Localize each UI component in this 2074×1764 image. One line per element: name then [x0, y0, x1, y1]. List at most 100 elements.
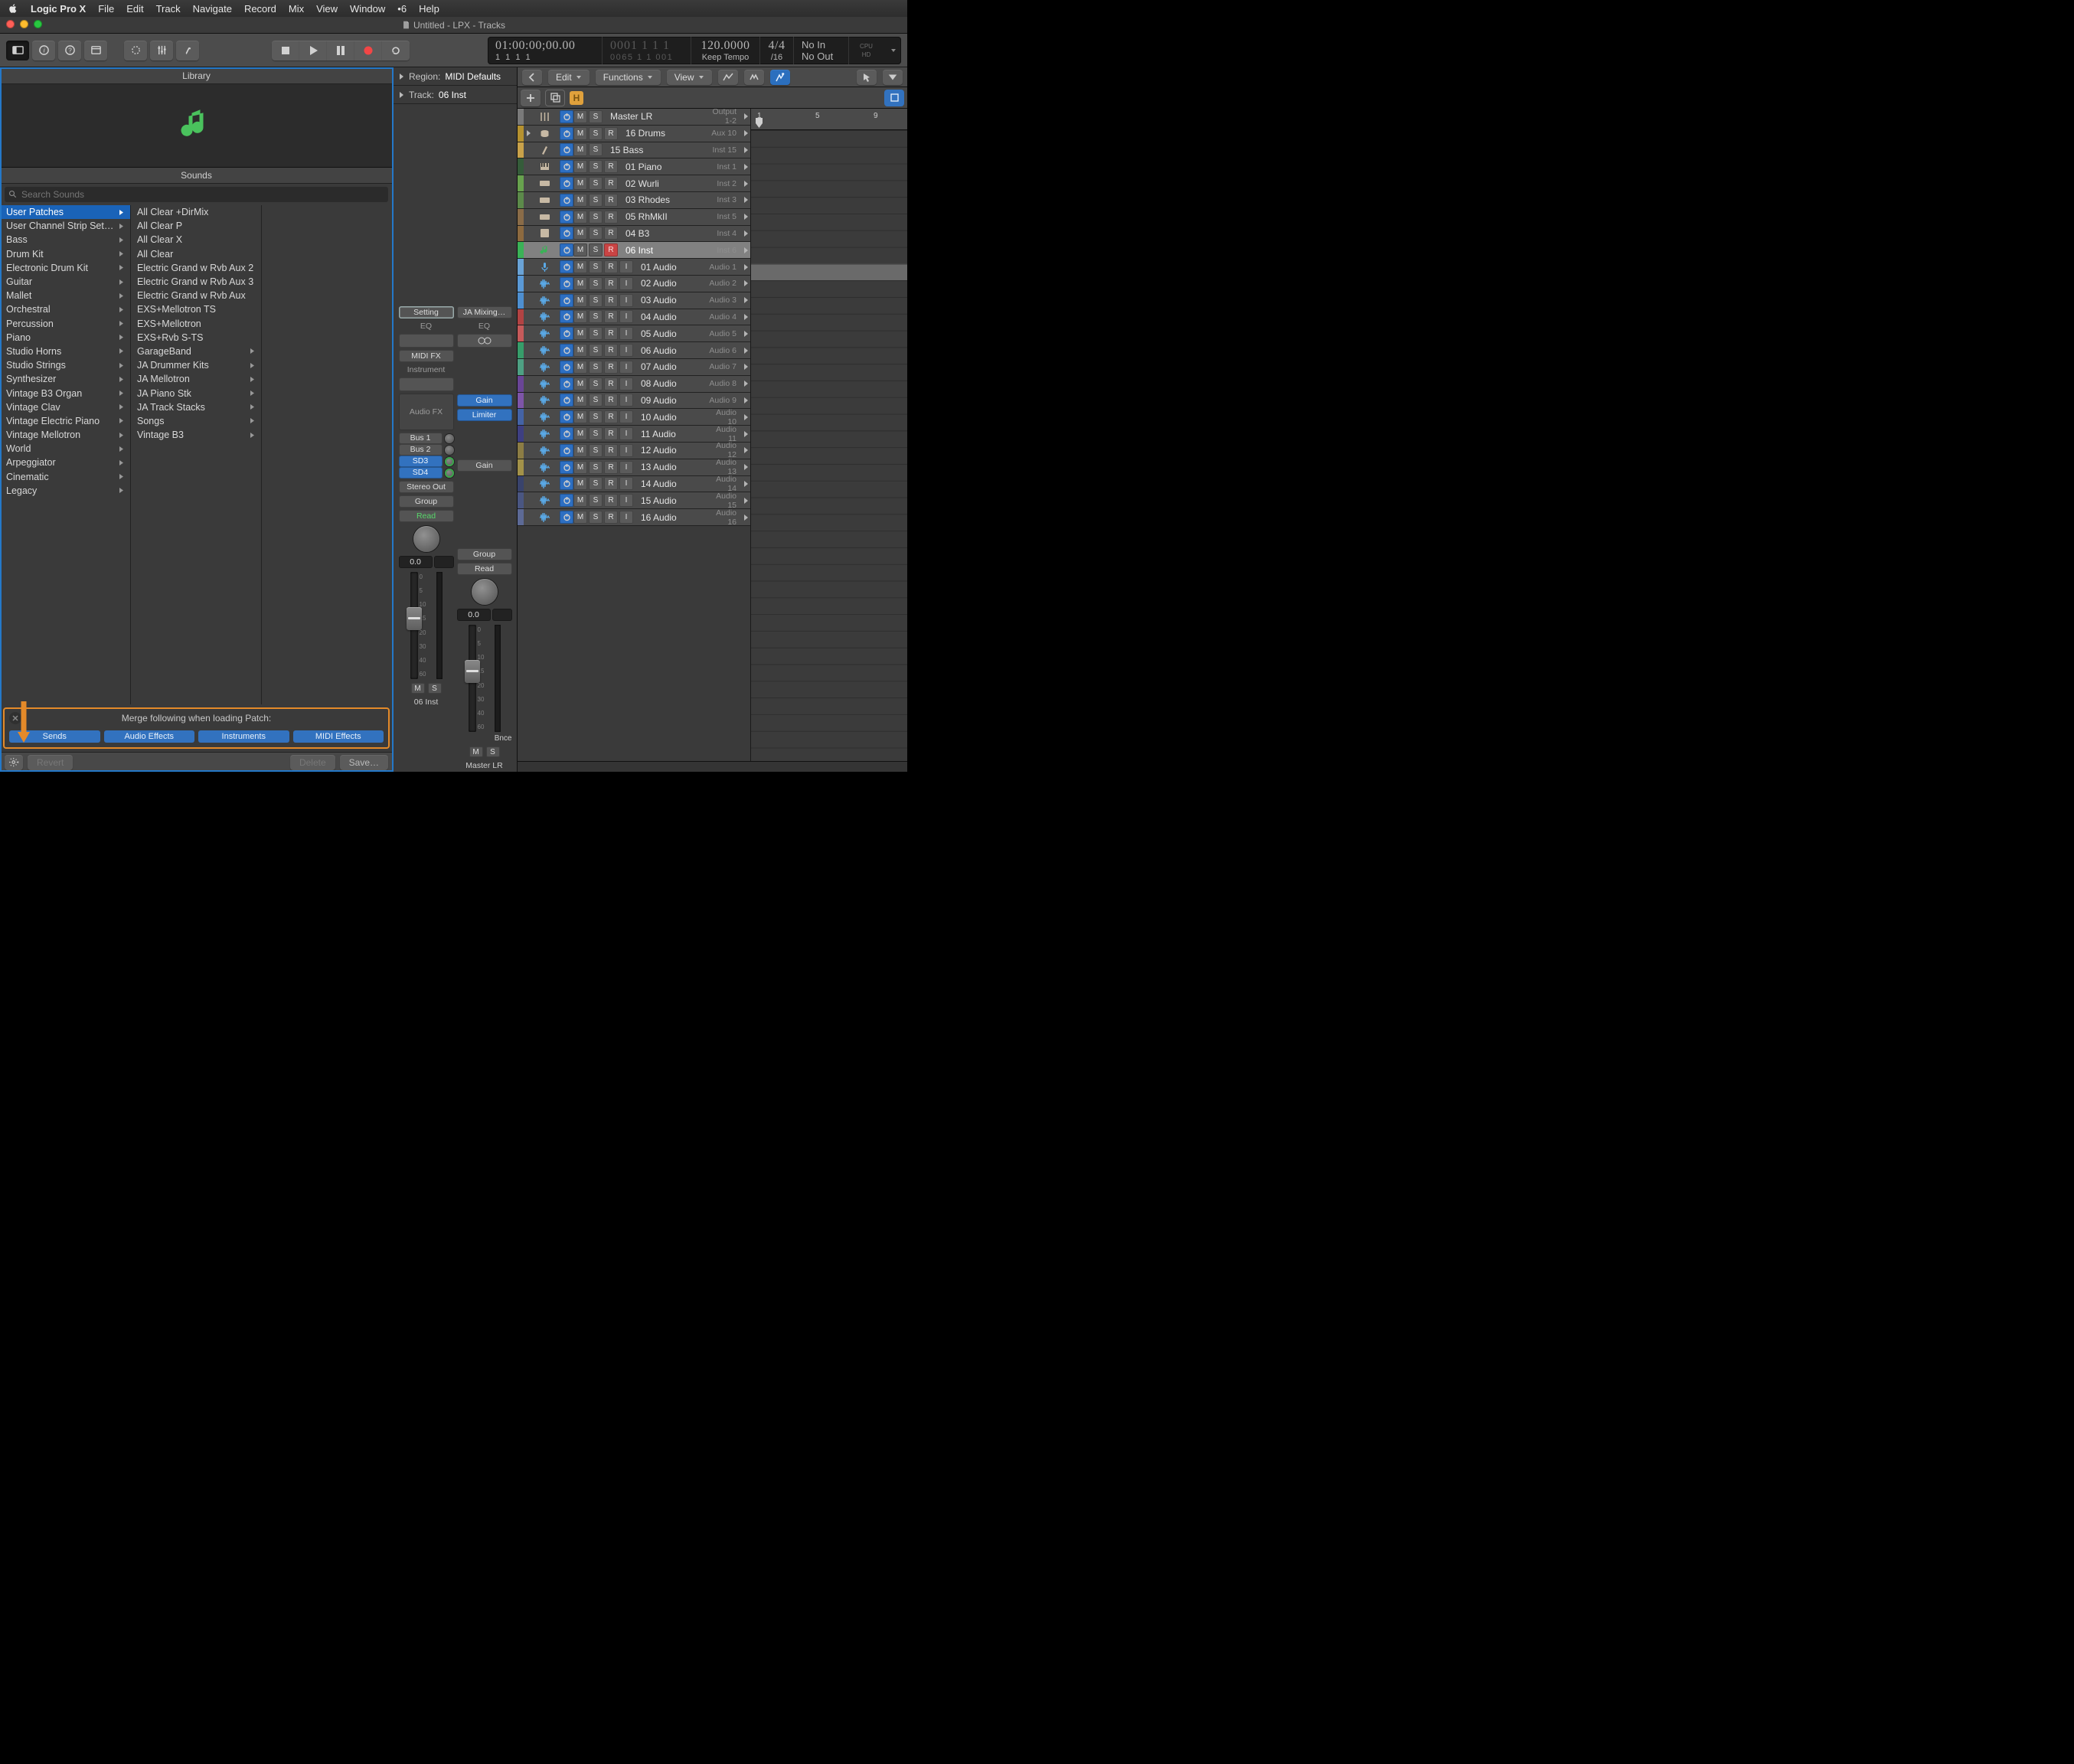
setting-slot[interactable]: JA Mixing… [457, 306, 512, 318]
library-category-item[interactable]: Orchestral [0, 302, 130, 316]
track-name[interactable]: 16 Drums [619, 128, 706, 139]
reassign-icon[interactable] [741, 113, 750, 119]
library-category-item[interactable]: Legacy [0, 484, 130, 498]
reassign-icon[interactable] [741, 514, 750, 521]
input-monitor-button[interactable]: I [619, 444, 633, 457]
record-enable-button[interactable]: R [604, 194, 618, 207]
menu-window[interactable]: Window [350, 3, 385, 15]
mute-button[interactable]: M [573, 377, 587, 390]
track-name[interactable]: 04 Audio [635, 312, 706, 322]
reassign-icon[interactable] [741, 247, 750, 253]
mute-button[interactable]: M [573, 211, 587, 224]
power-button[interactable] [560, 427, 573, 440]
library-patch-item[interactable]: Electric Grand w Rvb Aux 2 [131, 261, 261, 275]
send-knob[interactable] [445, 446, 454, 455]
power-button[interactable] [560, 477, 573, 490]
save-button[interactable]: Save… [340, 755, 388, 770]
power-button[interactable] [560, 310, 573, 323]
solo-button[interactable]: S [589, 327, 603, 340]
solo-button[interactable]: S [589, 143, 603, 156]
record-enable-button[interactable]: R [604, 277, 618, 290]
record-enable-button[interactable]: R [604, 177, 618, 190]
track-name[interactable]: 06 Inst [619, 245, 706, 256]
record-enable-button[interactable]: R [604, 444, 618, 457]
reassign-icon[interactable] [741, 481, 750, 487]
mute-button[interactable]: M [573, 327, 587, 340]
power-button[interactable] [560, 143, 573, 156]
library-patch-item[interactable]: GarageBand [131, 345, 261, 358]
solo-button[interactable]: S [428, 683, 442, 694]
group-slot[interactable]: Group [457, 548, 512, 560]
library-category-item[interactable]: Guitar [0, 275, 130, 289]
track-name[interactable]: 09 Audio [635, 395, 706, 406]
power-button[interactable] [560, 160, 573, 173]
bars[interactable]: 0001 1 1 1 [610, 39, 670, 53]
power-button[interactable] [560, 227, 573, 240]
menu-file[interactable]: File [98, 3, 114, 15]
power-button[interactable] [560, 260, 573, 273]
input-monitor-button[interactable]: I [619, 511, 633, 524]
library-category-item[interactable]: Electronic Drum Kit [0, 261, 130, 275]
no-output[interactable]: No Out [802, 51, 833, 62]
track-name[interactable]: 02 Audio [635, 278, 706, 289]
mixer-button[interactable] [150, 41, 173, 60]
library-category-item[interactable]: Mallet [0, 289, 130, 302]
mute-button[interactable]: M [573, 410, 587, 423]
library-category-item[interactable]: User Patches [0, 205, 130, 219]
power-button[interactable] [560, 511, 573, 524]
track-header[interactable]: MSRI04 AudioAudio 4 [518, 309, 750, 326]
track-row[interactable]: Track: 06 Inst [394, 86, 517, 104]
track-name[interactable]: 15 Bass [604, 145, 706, 155]
time-sig[interactable]: 4/4 [769, 39, 786, 53]
reassign-icon[interactable] [741, 181, 750, 187]
mute-button[interactable]: M [573, 160, 587, 173]
library-patch-item[interactable]: EXS+Mellotron TS [131, 302, 261, 316]
send-slot[interactable]: SD4 [399, 467, 443, 479]
revert-button[interactable]: Revert [28, 755, 73, 770]
menu-app[interactable]: Logic Pro X [31, 3, 86, 15]
send-knob[interactable] [445, 434, 454, 443]
setting-slot[interactable]: Setting [399, 306, 454, 318]
library-patch-item[interactable]: JA Track Stacks [131, 400, 261, 414]
mute-button[interactable]: M [573, 260, 587, 273]
input-monitor-button[interactable]: I [619, 310, 633, 323]
mute-button[interactable]: M [573, 477, 587, 490]
edit-menu[interactable]: Edit [548, 70, 590, 85]
window-zoom-button[interactable] [34, 20, 42, 28]
record-enable-button[interactable]: R [604, 227, 618, 240]
solo-button[interactable]: S [589, 160, 603, 173]
pause-button[interactable] [327, 41, 354, 60]
track-header[interactable]: MSR03 RhodesInst 3 [518, 192, 750, 209]
reassign-icon[interactable] [741, 164, 750, 170]
solo-button[interactable]: S [589, 427, 603, 440]
power-button[interactable] [560, 394, 573, 407]
smpte-time[interactable]: 01:00:00;00.00 [495, 39, 575, 53]
menu-help[interactable]: Help [419, 3, 439, 15]
mac-menubar[interactable]: Logic Pro X File Edit Track Navigate Rec… [0, 0, 907, 17]
send-slot[interactable]: Bus 1 [399, 433, 443, 444]
library-category-item[interactable]: Studio Horns [0, 345, 130, 358]
timeline[interactable]: 159 [751, 109, 907, 761]
pan-value[interactable]: 0.0 [457, 609, 491, 621]
fader[interactable] [410, 572, 418, 679]
input-monitor-button[interactable]: I [619, 294, 633, 307]
division[interactable]: /16 [771, 53, 782, 62]
power-button[interactable] [560, 177, 573, 190]
no-input[interactable]: No In [802, 39, 825, 51]
solo-button[interactable]: S [589, 277, 603, 290]
track-header[interactable]: MSMaster LROutput 1-2 [518, 109, 750, 126]
mute-button[interactable]: M [573, 294, 587, 307]
track-header[interactable]: MSRI03 AudioAudio 3 [518, 292, 750, 309]
view-menu[interactable]: View [667, 70, 712, 85]
track-name[interactable]: 10 Audio [635, 412, 706, 423]
mute-button[interactable]: M [573, 227, 587, 240]
send-knob[interactable] [445, 469, 454, 478]
library-category-item[interactable]: Synthesizer [0, 372, 130, 386]
solo-button[interactable]: S [589, 110, 603, 123]
h-scrollbar[interactable] [518, 761, 907, 772]
library-patch-item[interactable]: Electric Grand w Rvb Aux [131, 289, 261, 302]
track-header[interactable]: MSRI06 AudioAudio 6 [518, 342, 750, 359]
solo-button[interactable]: S [589, 361, 603, 374]
mute-button[interactable]: M [573, 361, 587, 374]
mute-button[interactable]: M [573, 461, 587, 474]
